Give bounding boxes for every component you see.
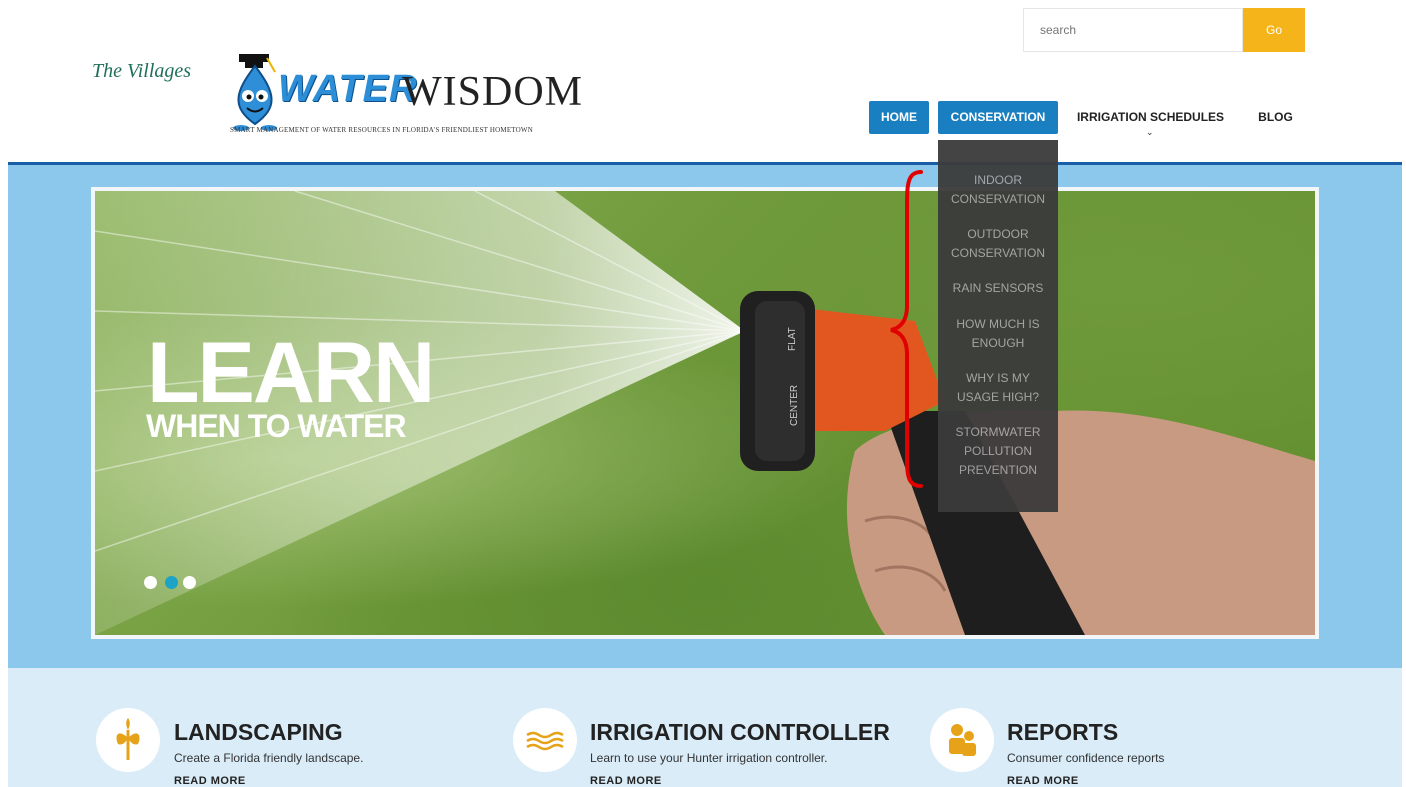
people-icon [930,708,994,772]
feature-title: REPORTS [1007,719,1119,745]
feature-description: Consumer confidence reports [1007,751,1165,765]
site-logo[interactable]: The Villages WATER WISDOM SMART MANAGEME… [92,46,592,146]
search-input[interactable] [1023,8,1243,52]
read-more-link[interactable]: READ MORE [1007,775,1079,787]
chevron-down-icon: ⌄ [1146,127,1154,137]
dropdown-item-text: USAGE HIGH? [956,390,1040,404]
logo-water-text: WATER [278,68,418,110]
dropdown-item-rain-sensors[interactable]: RAIN SENSORS [938,279,1058,298]
dropdown-item-text: ENOUGH [971,336,1025,350]
hero-subheadline: WHEN TO WATER [146,408,407,444]
dropdown-item-text: PREVENTION [958,463,1037,477]
dropdown-item-text: HOW MUCH IS [956,317,1040,331]
dropdown-item-stormwater-pollution-prevention[interactable]: STORMWATER POLLUTION PREVENTION [938,423,1058,480]
nozzle-label-center: CENTER [789,385,800,426]
hero-headline: LEARN [147,325,435,421]
feature-description: Learn to use your Hunter irrigation cont… [590,751,828,765]
dropdown-item-text: POLLUTION [963,444,1032,458]
feature-title: LANDSCAPING [174,719,343,745]
logo-wisdom-text: WISDOM [402,69,583,115]
nozzle-label-flat: FLAT [787,327,798,351]
read-more-link[interactable]: READ MORE [174,775,246,787]
slider-dot-1[interactable] [144,576,157,589]
dropdown-item-why-is-my-usage-high[interactable]: WHY IS MY USAGE HIGH? [938,369,1058,407]
dropdown-item-outdoor-conservation[interactable]: OUTDOOR CONSERVATION [938,225,1058,263]
logo-tagline: SMART MANAGEMENT OF WATER RESOURCES IN F… [230,126,533,134]
annotation-brace-icon [890,170,923,488]
read-more-link[interactable]: READ MORE [590,775,662,787]
dropdown-item-text: OUTDOOR [967,227,1029,241]
nav-home[interactable]: HOME [869,101,929,134]
plant-icon [96,708,160,772]
nav-conservation[interactable]: CONSERVATION [938,101,1058,134]
water-waves-icon [513,708,577,772]
dropdown-item-text: WHY IS MY [966,371,1030,385]
dropdown-item-indoor-conservation[interactable]: INDOOR CONSERVATION [938,171,1058,209]
conservation-dropdown-menu: INDOOR CONSERVATION OUTDOOR CONSERVATION… [938,140,1058,512]
water-drop-mascot-icon [233,54,277,131]
dropdown-item-text: STORMWATER [955,425,1041,439]
search-go-button[interactable]: Go [1243,8,1305,52]
site-header: Go The Villages WATER WISDOM SMART MANAG… [0,0,1406,162]
feature-description: Create a Florida friendly landscape. [174,751,364,765]
dropdown-item-text: CONSERVATION [950,246,1045,260]
dropdown-item-text: CONSERVATION [950,192,1045,206]
slider-dot-3[interactable] [183,576,196,589]
dropdown-item-text: RAIN SENSORS [952,281,1044,295]
slider-dot-2[interactable] [165,576,178,589]
nav-blog[interactable]: BLOG [1248,101,1303,134]
feature-title: IRRIGATION CONTROLLER [590,719,890,745]
logo-villages-text: The Villages [92,60,192,82]
dropdown-item-how-much-is-enough[interactable]: HOW MUCH IS ENOUGH [938,315,1058,353]
dropdown-item-text: INDOOR [974,173,1022,187]
